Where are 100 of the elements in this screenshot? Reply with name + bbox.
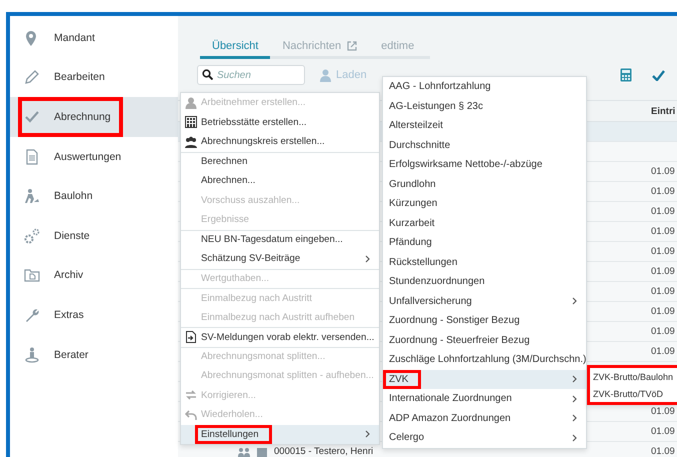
sidebar-item[interactable]: Baulohn: [10, 176, 178, 216]
table-cell-text: 01.09: [651, 346, 676, 357]
column-header: Eintri: [651, 106, 676, 116]
menu-item[interactable]: Abrechnungskreis erstellen...: [181, 132, 379, 152]
menu-item[interactable]: Berechnen: [181, 152, 379, 171]
wrench-icon: [24, 306, 40, 323]
menu-item-label: Wiederholen...: [201, 409, 263, 420]
menu-item[interactable]: SV-Meldungen vorab elektr. versenden...: [181, 327, 379, 346]
menu-item-label: Einmalbezug nach Austritt: [201, 292, 312, 304]
menu-item[interactable]: Internationale Zuordnungen: [383, 389, 586, 408]
menu-item[interactable]: ADP Amazon Zuordnungen: [383, 408, 586, 428]
menu-item-label: Kürzungen: [389, 198, 438, 210]
table-cell-text: 01.09: [651, 186, 676, 197]
gears-icon: [24, 228, 40, 244]
menu-item[interactable]: Zuordnung - Steuerfreier Bezug: [383, 330, 586, 350]
calculator-icon[interactable]: [620, 68, 632, 82]
menu-item-label: Zuordnung - Steuerfreier Bezug: [389, 334, 530, 346]
table-cell-text: 01.09: [651, 306, 676, 317]
menu-item[interactable]: ZVK: [383, 370, 586, 389]
sidebar-item[interactable]: Berater: [10, 334, 178, 374]
menu-item[interactable]: Abrechnen...: [181, 171, 379, 190]
sidebar-item-label: Mandant: [54, 32, 95, 44]
undo-arrow-icon: [185, 408, 197, 421]
menu-item[interactable]: Betriebsstätte erstellen...: [181, 112, 379, 132]
menu-item[interactable]: Rückstellungen: [383, 252, 586, 272]
menu-item[interactable]: Altersteilzeit: [383, 116, 586, 136]
menu-item[interactable]: Zuschläge Lohnfortzahlung (3M/Durchschn.): [383, 350, 586, 370]
menu-item-label: Internationale Zuordnungen: [389, 393, 512, 404]
table-cell-text: 01.09: [651, 266, 676, 277]
menu-item-label: Wertguthaben...: [201, 273, 270, 284]
menu-item-label: Ergebnisse: [201, 214, 249, 226]
menu-item[interactable]: Unfallversicherung: [383, 292, 586, 311]
menu-item[interactable]: Zuordnung - Sonstiger Bezug: [383, 311, 586, 330]
sidebar-item[interactable]: Bearbeiten: [10, 58, 178, 98]
sidebar-item-label: Baulohn: [54, 190, 93, 202]
swap-arrows-icon: [185, 389, 197, 402]
menu-item[interactable]: Einstellungen: [181, 424, 379, 444]
sidebar-item[interactable]: Dienste: [10, 216, 178, 256]
person-icon: [185, 96, 197, 109]
table-cell-text: 01.09: [651, 446, 676, 457]
menu-item-label: Arbeitnehmer erstellen...: [201, 97, 306, 108]
table-cell-text: 01.09: [651, 166, 676, 177]
menu-item-label: Abrechnungsmonat splitten - aufheben...: [201, 370, 374, 382]
menu-item-label: Zuordnung - Sonstiger Bezug: [389, 315, 520, 326]
menu-item-label: Erfolgswirksame Nettobe-/-abzüge: [389, 159, 542, 170]
sidebar-item[interactable]: Abrechnung: [10, 97, 178, 137]
sidebar-item[interactable]: Archiv: [10, 256, 178, 296]
document-arrow-icon: [185, 331, 197, 344]
document-icon: [24, 148, 40, 165]
menu-item[interactable]: Pfändung: [383, 233, 586, 252]
menu-item-label: Betriebsstätte erstellen...: [201, 116, 307, 128]
sidebar-item[interactable]: Extras: [10, 295, 178, 335]
menu-item[interactable]: Erfolgswirksame Nettobe-/-abzüge: [383, 155, 586, 174]
menu-item[interactable]: Kurzarbeit: [383, 214, 586, 233]
table-cell: 000015 - Testero, Henri: [274, 446, 374, 457]
sidebar-item[interactable]: Mandant: [10, 18, 178, 58]
menu-item-label: Abrechnungsmonat splitten...: [201, 351, 326, 362]
worker-shovel-icon: [24, 188, 40, 204]
table-cell-text: 01.09: [651, 246, 676, 257]
people-icon: [238, 446, 250, 456]
sidebar-item[interactable]: Auswertungen: [10, 136, 178, 176]
menu-item-label: Unfallversicherung: [389, 296, 472, 307]
menu-item-label: Berechnen: [201, 156, 248, 168]
menu-item[interactable]: AG-Leistungen § 23c: [383, 96, 586, 116]
menu-item[interactable]: Celergo: [383, 428, 586, 448]
menu-item-label: Korrigieren...: [201, 390, 256, 401]
sidebar-item-label: Archiv: [54, 269, 84, 282]
table-cell-text: 01.09: [651, 326, 676, 337]
menu-item-label: NEU BN-Tagesdatum eingeben...: [201, 234, 343, 246]
pencil-icon: [24, 69, 40, 86]
menu-item[interactable]: AAG - Lohnfortzahlung: [383, 77, 586, 96]
menu-item[interactable]: Stundenzuordnungen: [383, 272, 586, 292]
menu-item[interactable]: Kürzungen: [383, 194, 586, 214]
menu-item-label: Abrechnungskreis erstellen...: [201, 136, 325, 148]
menu-item-label: Einmalbezug nach Austritt aufheben: [201, 312, 355, 323]
person-pedestal-icon: [24, 346, 40, 363]
table-cell-text: 01.09: [651, 406, 676, 417]
external-link-icon: [347, 41, 358, 51]
menu-item[interactable]: ZVK-Brutto/TVöD: [590, 385, 677, 402]
menu-item-label: AG-Leistungen § 23c: [389, 100, 483, 112]
table-cell-text: 01.09: [651, 426, 676, 437]
menu-item-label: Rückstellungen: [389, 256, 458, 268]
tab[interactable]: Übersicht: [200, 40, 270, 59]
menu-item-label: Zuschläge Lohnfortzahlung (3M/Durchschn.): [389, 354, 586, 366]
menu-item-label: Kurzarbeit: [389, 218, 435, 229]
menu-item-label: Vorschuss auszahlen...: [201, 194, 300, 206]
search-field[interactable]: Suchen: [197, 65, 305, 85]
checkmark-icon[interactable]: [652, 70, 665, 80]
menu-item[interactable]: ZVK-Brutto/Baulohn: [590, 368, 677, 385]
menu-item[interactable]: NEU BN-Tagesdatum eingeben...: [181, 230, 379, 249]
menu-item[interactable]: Grundlohn: [383, 174, 586, 194]
menu-item-label: ZVK-Brutto/TVöD: [593, 388, 664, 398]
menu-item-label: Durchschnitte: [389, 140, 450, 151]
menu-item-label: Einstellungen: [201, 428, 259, 440]
menu-item-label: Schätzung SV-Beiträge: [201, 253, 300, 264]
menu-item[interactable]: Durchschnitte: [383, 136, 586, 155]
menu-item-label: ZVK: [389, 374, 408, 385]
sidebar-item-label: Bearbeiten: [54, 71, 105, 84]
menu-item[interactable]: Schätzung SV-Beiträge: [181, 249, 379, 268]
table-cell-text: 01.09: [651, 286, 676, 297]
